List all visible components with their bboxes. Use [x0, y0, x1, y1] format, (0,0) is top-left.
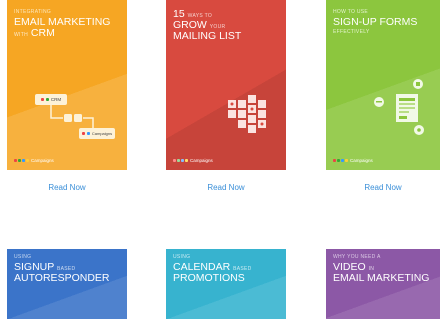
card-title-line: PROMOTIONS [173, 272, 245, 285]
card-title: SIGN-UP FORMS [333, 16, 418, 28]
ebook-card-email-marketing-crm[interactable]: INTEGRATING EMAIL MARKETING WITH CRM CRM… [7, 0, 127, 170]
card-title-connector: IN [368, 266, 375, 272]
card-title: VIDEO IN EMAIL MARKETING [333, 261, 430, 285]
campaigns-chip: Campaigns [79, 128, 115, 139]
card-title-line: EMAIL MARKETING [333, 272, 430, 285]
card-title: SIGNUP BASED AUTORESPONDER [14, 261, 110, 285]
ebook-card-calendar-promotions[interactable]: USING CALENDAR BASED PROMOTIONS [166, 249, 286, 319]
read-now-link[interactable]: Read Now [7, 183, 127, 192]
zoho-dots-icon [333, 159, 348, 162]
ebook-card-grow-mailing-list[interactable]: 15 WAYS TO GROW YOUR MAILING LIST Campai… [166, 0, 286, 170]
card-kicker: WAYS TO [187, 13, 213, 19]
card-title-connector: BASED [57, 266, 76, 272]
ebook-card-signup-autoresponder[interactable]: USING SIGNUP BASED AUTORESPONDER [7, 249, 127, 319]
brand-name: Campaigns [190, 158, 213, 163]
card-kicker: WHY YOU NEED A [333, 254, 381, 260]
read-now-link[interactable]: Read Now [326, 183, 440, 192]
card-title-line: EMAIL MARKETING [14, 16, 111, 28]
crm-integration-illustration: CRM Campaigns [35, 94, 115, 142]
signup-form-illustration [374, 79, 424, 135]
ebook-card-signup-forms[interactable]: HOW TO USE SIGN-UP FORMS EFFECTIVELY Cam… [326, 0, 440, 170]
ebook-card-video-email-marketing[interactable]: WHY YOU NEED A VIDEO IN EMAIL MARKETING [326, 249, 440, 319]
brand-logo: Campaigns [173, 158, 213, 163]
read-now-link[interactable]: Read Now [166, 183, 286, 192]
brand-logo: Campaigns [14, 158, 54, 163]
card-title-line: MAILING LIST [173, 30, 242, 43]
growth-icons-grid-illustration [228, 95, 266, 133]
card-title-line: SIGN-UP FORMS [333, 16, 418, 28]
campaigns-chip-label: Campaigns [91, 131, 113, 136]
card-kicker: USING [14, 254, 32, 260]
card-title: CALENDAR BASED PROMOTIONS [173, 261, 252, 285]
zoho-dots-icon [173, 159, 188, 162]
card-title-connector: YOUR [209, 24, 226, 31]
card-title: EMAIL MARKETING WITH CRM [14, 16, 111, 40]
card-title: 15 WAYS TO GROW YOUR MAILING LIST [173, 8, 242, 43]
card-kicker: USING [173, 254, 191, 260]
card-title-connector: BASED [233, 266, 252, 272]
brand-name: Campaigns [31, 158, 54, 163]
brand-name: Campaigns [350, 158, 373, 163]
card-kicker: INTEGRATING [14, 9, 52, 15]
brand-logo: Campaigns [333, 158, 373, 163]
card-subtitle: EFFECTIVELY [333, 29, 370, 35]
card-title-line: CRM [30, 27, 55, 40]
zoho-dots-icon [14, 159, 29, 162]
card-title-connector: WITH [14, 32, 28, 39]
card-title-line: AUTORESPONDER [14, 272, 110, 285]
card-kicker: HOW TO USE [333, 9, 369, 15]
